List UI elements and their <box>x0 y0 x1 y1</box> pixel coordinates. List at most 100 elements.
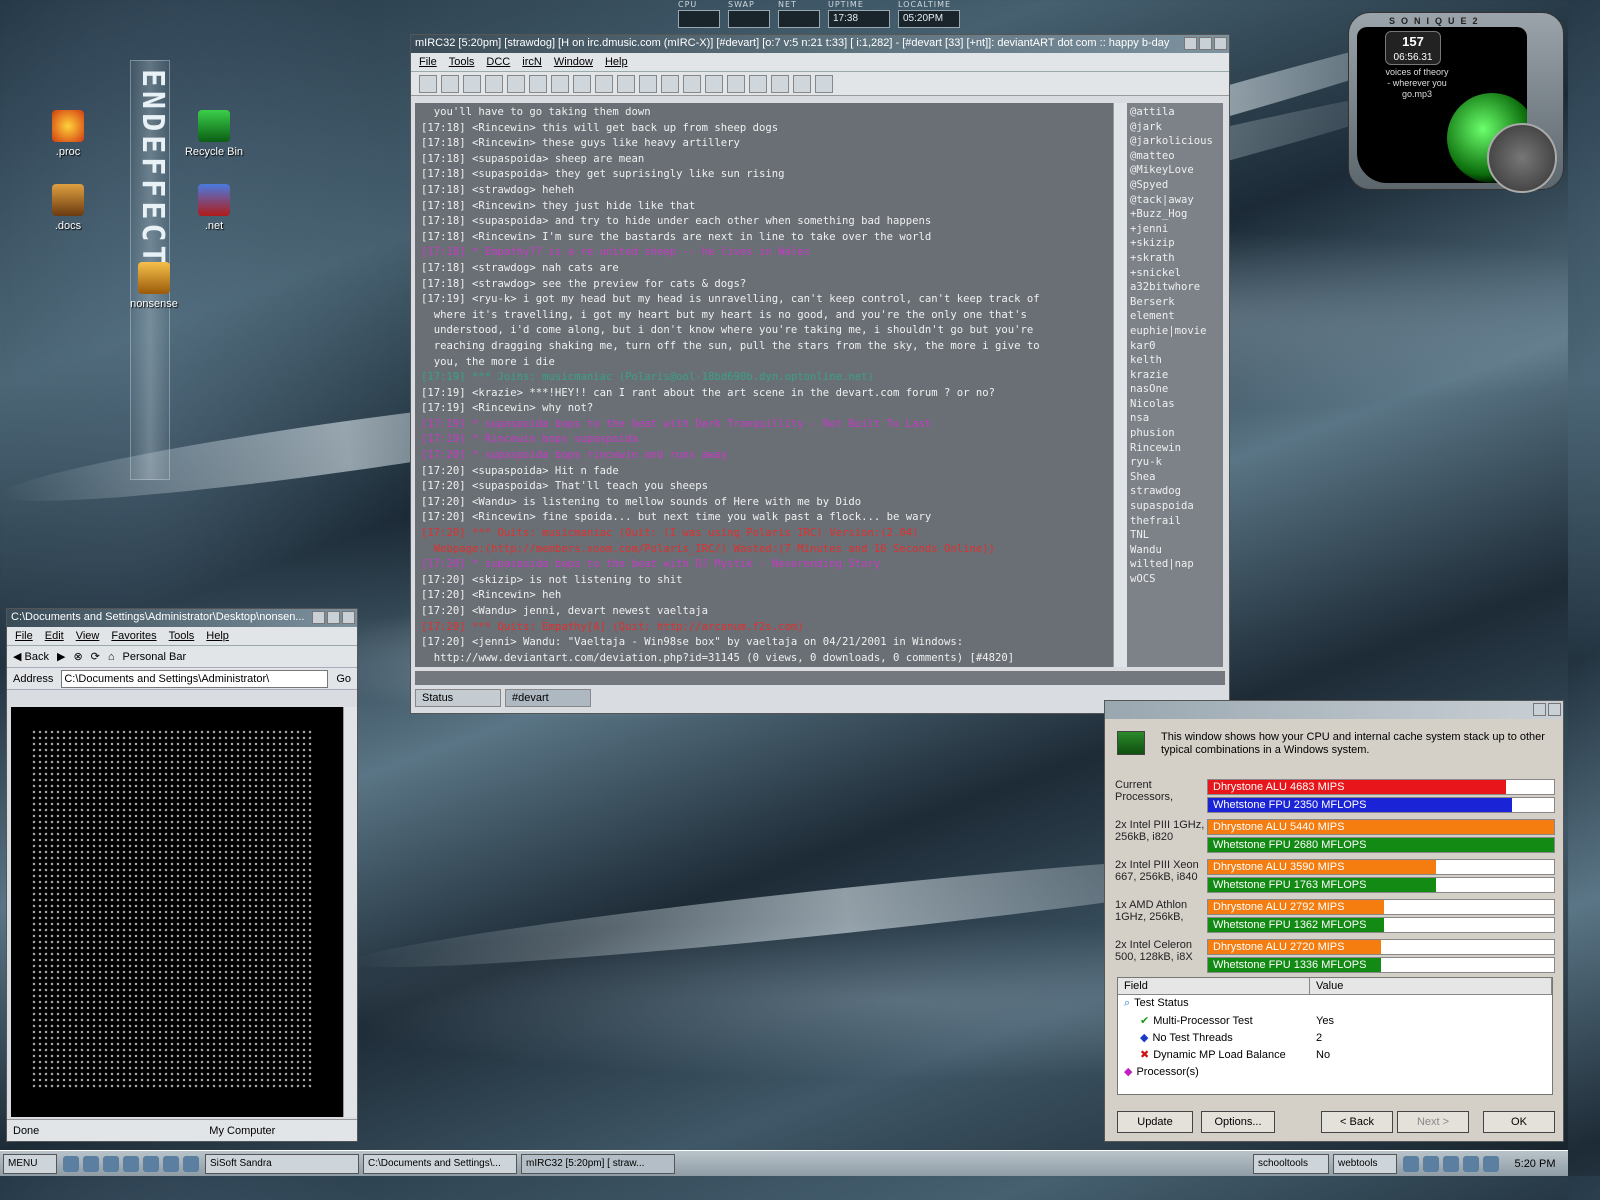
desktop-icon-docs[interactable]: .docs <box>28 184 108 232</box>
address-book-icon[interactable] <box>507 75 525 93</box>
nick-item[interactable]: nsa <box>1130 411 1220 426</box>
update-button[interactable]: Update <box>1117 1111 1193 1133</box>
close-icon[interactable] <box>342 611 355 624</box>
volume-knob[interactable] <box>1487 123 1557 193</box>
task-sandra[interactable]: SiSoft Sandra <box>205 1153 359 1174</box>
address-input[interactable]: C:\Documents and Settings\Administrator\ <box>61 669 329 688</box>
timer-icon[interactable] <box>573 75 591 93</box>
grid-icon[interactable] <box>727 75 745 93</box>
menu-tools[interactable]: Tools <box>449 56 475 68</box>
start-button[interactable]: MENU <box>3 1153 57 1174</box>
home-icon[interactable]: ⌂ <box>108 651 115 663</box>
globe-icon[interactable] <box>143 1155 159 1172</box>
urls-icon[interactable] <box>661 75 679 93</box>
desktop-icon-proc[interactable]: .proc <box>28 110 108 158</box>
nick-item[interactable]: krazie <box>1130 368 1220 383</box>
back-button[interactable]: < Back <box>1321 1111 1393 1133</box>
tile-icon[interactable] <box>749 75 767 93</box>
nick-item[interactable]: @tack|away <box>1130 193 1220 208</box>
about-icon[interactable] <box>815 75 833 93</box>
menu-favorites[interactable]: Favorites <box>111 630 156 642</box>
menu-tools[interactable]: Tools <box>169 630 195 642</box>
personal-bar-button[interactable]: Personal Bar <box>123 651 187 663</box>
dcc-send-icon[interactable] <box>551 75 569 93</box>
swirl-icon[interactable] <box>183 1155 199 1172</box>
notify-icon[interactable] <box>529 75 547 93</box>
sonique-time-display[interactable]: 157 06:56.31 <box>1385 31 1441 65</box>
notes-icon[interactable] <box>639 75 657 93</box>
options-button[interactable]: Options... <box>1201 1111 1275 1133</box>
menu-file[interactable]: File <box>419 56 437 68</box>
table-row[interactable]: ⌕ Test Status <box>1118 995 1552 1012</box>
nick-item[interactable]: Berserk <box>1130 295 1220 310</box>
menu-help[interactable]: Help <box>206 630 229 642</box>
maximize-icon[interactable] <box>327 611 340 624</box>
help-icon[interactable] <box>793 75 811 93</box>
col-value[interactable]: Value <box>1310 978 1552 994</box>
table-row[interactable]: ✔ Multi-Processor Test Yes <box>1118 1012 1552 1029</box>
nick-item[interactable]: a32bitwhore <box>1130 280 1220 295</box>
nick-item[interactable]: wilted|nap <box>1130 557 1220 572</box>
nick-item[interactable]: TNL <box>1130 528 1220 543</box>
sound-icon[interactable] <box>705 75 723 93</box>
desktop-icon[interactable] <box>63 1155 79 1172</box>
folder-scrollbar[interactable] <box>343 707 357 1117</box>
nick-item[interactable]: Rincewin <box>1130 441 1220 456</box>
nick-item[interactable]: kar0 <box>1130 339 1220 354</box>
desktop-icon-nonsense[interactable]: nonsense <box>114 262 194 310</box>
toolbar-schooltools[interactable]: schooltools <box>1253 1153 1329 1174</box>
tray-icon[interactable] <box>1483 1155 1499 1172</box>
go-button[interactable]: Go <box>336 673 351 685</box>
nick-item[interactable]: ryu-k <box>1130 455 1220 470</box>
task-mirc[interactable]: mIRC32 [5:20pm] [ straw... <box>521 1153 675 1174</box>
toolbar-webtools[interactable]: webtools <box>1333 1153 1397 1174</box>
monitor-icon[interactable] <box>103 1155 119 1172</box>
nick-item[interactable]: strawdog <box>1130 484 1220 499</box>
tab-devart[interactable]: #devart <box>505 689 591 707</box>
maximize-icon[interactable] <box>1199 37 1212 50</box>
help-icon[interactable] <box>1533 703 1546 716</box>
desktop-icon-net[interactable]: .net <box>174 184 254 232</box>
menu-help[interactable]: Help <box>605 56 628 68</box>
log-icon[interactable] <box>617 75 635 93</box>
mirc-titlebar[interactable]: mIRC32 [5:20pm] [strawdog] [H on irc.dmu… <box>411 35 1229 53</box>
nick-item[interactable]: Wandu <box>1130 543 1220 558</box>
nick-item[interactable]: phusion <box>1130 426 1220 441</box>
menu-dcc[interactable]: DCC <box>486 56 510 68</box>
connect-icon[interactable] <box>419 75 437 93</box>
back-button[interactable]: ◀ Back <box>13 650 49 663</box>
url-list-icon[interactable] <box>683 75 701 93</box>
next-button[interactable]: Next > <box>1397 1111 1469 1133</box>
chat-input[interactable] <box>415 671 1225 685</box>
nick-list[interactable]: @attila @jark @jarkolicious @matteo @MikeyLo… <box>1127 103 1223 667</box>
cascade-icon[interactable] <box>771 75 789 93</box>
desktop-icon-recycle-bin[interactable]: Recycle Bin <box>174 110 254 158</box>
tray-icon[interactable] <box>1463 1155 1479 1172</box>
minimize-icon[interactable] <box>1184 37 1197 50</box>
chat-scrollbar[interactable] <box>1113 103 1127 667</box>
stop-icon[interactable]: ⊗ <box>73 650 82 663</box>
nick-item[interactable]: Shea <box>1130 470 1220 485</box>
nick-item[interactable]: Nicolas <box>1130 397 1220 412</box>
menu-edit[interactable]: Edit <box>45 630 64 642</box>
forward-icon[interactable]: ▶ <box>57 650 65 663</box>
results-table[interactable]: Field Value ⌕ Test Status ✔ Multi-Processor… <box>1117 977 1553 1095</box>
volume-icon[interactable] <box>1443 1155 1459 1172</box>
nick-item[interactable]: supaspoida <box>1130 499 1220 514</box>
network-icon[interactable] <box>163 1155 179 1172</box>
explorer-titlebar[interactable]: C:\Documents and Settings\Administrator\… <box>7 609 357 627</box>
clock[interactable]: 5:20 PM <box>1505 1158 1565 1170</box>
sandra-titlebar[interactable] <box>1105 701 1563 719</box>
minimize-icon[interactable] <box>312 611 325 624</box>
nick-item[interactable]: wOCS <box>1130 572 1220 587</box>
col-field[interactable]: Field <box>1118 978 1310 994</box>
nick-item[interactable]: nasOne <box>1130 382 1220 397</box>
nick-item[interactable]: kelth <box>1130 353 1220 368</box>
nick-item[interactable]: +skizip <box>1130 236 1220 251</box>
nick-item[interactable]: +snickel <box>1130 266 1220 281</box>
nick-item[interactable]: @matteo <box>1130 149 1220 164</box>
nick-item[interactable]: @MikeyLove <box>1130 163 1220 178</box>
nick-item[interactable]: +Buzz_Hog <box>1130 207 1220 222</box>
table-row[interactable]: ✖ Dynamic MP Load Balance No <box>1118 1046 1552 1063</box>
nick-item[interactable]: thefrail <box>1130 514 1220 529</box>
